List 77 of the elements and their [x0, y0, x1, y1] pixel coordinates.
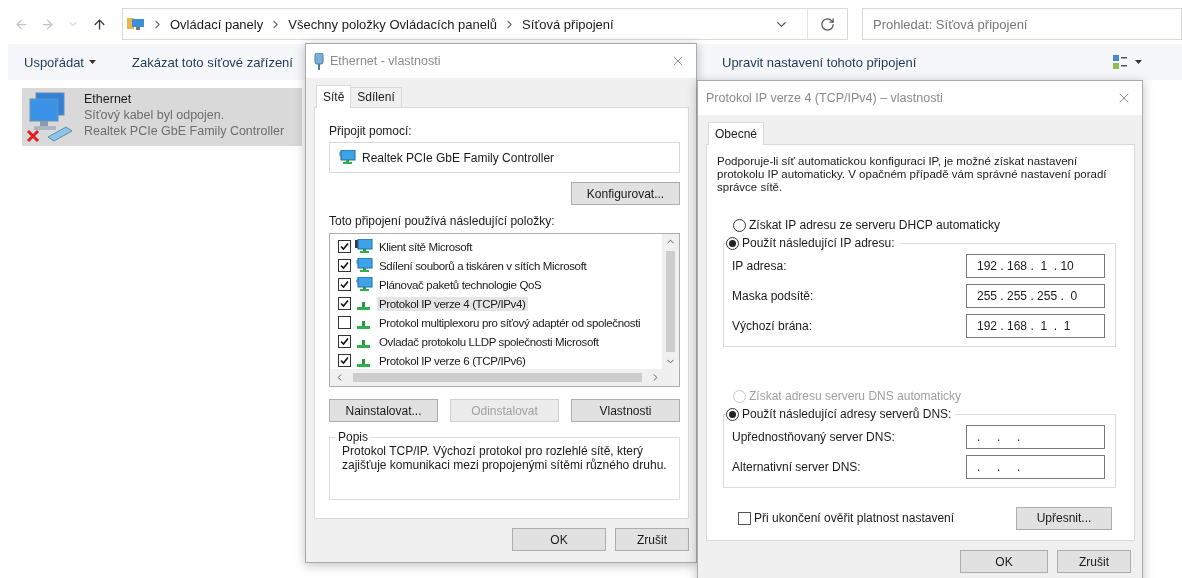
vertical-scrollbar[interactable]: [662, 234, 679, 369]
view-options-icon[interactable]: [1113, 55, 1127, 69]
control-panel-icon: [127, 16, 145, 32]
connection-device: Realtek PCIe GbE Family Controller: [84, 123, 285, 139]
checkbox[interactable]: [338, 278, 351, 291]
dns-address-field[interactable]: . . .: [966, 425, 1105, 449]
checkbox[interactable]: [338, 335, 351, 348]
checkbox[interactable]: [338, 259, 351, 272]
section-label: Připojit pomocí:: [329, 124, 413, 138]
checkbox[interactable]: [338, 297, 351, 310]
action-button[interactable]: Nainstalovat...: [329, 399, 438, 422]
intro-text: Podporuje-li síť automatickou konfiguraci IP, je možné získat nastavení protokolu IP automaticky. V opačném případě vám správné nastavení poradí správce sítě.: [717, 155, 1108, 194]
list-item[interactable]: Protokol IP verze 6 (TCP/IPv6): [377, 353, 528, 368]
dialog-button[interactable]: Zrušit: [1057, 550, 1131, 573]
checkbox-label: Při ukončení ověřit platnost nastavení: [754, 511, 955, 525]
breadcrumb-item[interactable]: Síťová připojení: [522, 16, 614, 32]
field-label: Výchozí brána:: [732, 319, 813, 333]
dialog-button[interactable]: Zrušit: [615, 528, 689, 551]
connection-status: Síťový kabel byl odpojen.: [84, 107, 226, 123]
radio-button[interactable]: [726, 407, 739, 421]
window-title: Protokol IP verze 4 (TCP/IPv4) – vlastnosti: [706, 91, 943, 105]
network-computer-icon: [338, 150, 356, 165]
network-computer-icon: [355, 239, 373, 254]
breadcrumb-item[interactable]: Všechny položky Ovládacích panelů: [288, 16, 498, 32]
list-item[interactable]: Protokol IP verze 4 (TCP/IPv4): [377, 296, 528, 311]
dns-address-field[interactable]: . . .: [966, 455, 1105, 479]
field-label: Upřednostňovaný server DNS:: [732, 430, 895, 444]
tab[interactable]: Obecné: [708, 122, 765, 145]
list-item[interactable]: Klient sítě Microsoft: [377, 239, 474, 254]
toolbar-button[interactable]: Zakázat toto síťové zařízení: [132, 54, 293, 70]
caret-icon: [89, 60, 96, 64]
horizontal-scrollbar[interactable]: [330, 369, 679, 386]
ip-address-field[interactable]: 192 . 168 . 1 . 10: [966, 254, 1105, 278]
tab[interactable]: Sdílení: [350, 87, 402, 108]
adapter-name: Realtek PCIe GbE Family Controller: [362, 150, 555, 165]
up-icon[interactable]: [91, 16, 107, 32]
radio-label: Získat IP adresu ze serveru DHCP automaticky: [749, 218, 1000, 232]
checkbox[interactable]: [338, 240, 351, 253]
advanced-button[interactable]: Upřesnit...: [1016, 506, 1112, 530]
list-item[interactable]: Protokol multiplexoru pro síťový adaptér od společnosti: [377, 315, 643, 330]
radio-label: Získat adresu serveru DNS automaticky: [749, 389, 962, 403]
connection-name: Ethernet: [84, 91, 133, 107]
connection-item[interactable]: Ethernet Síťový kabel byl odpojen. Realtek PCIe GbE Family Controller: [22, 88, 302, 146]
caret-icon[interactable]: [1135, 60, 1142, 64]
search-field[interactable]: Prohledat: Síťová připojení: [862, 8, 1182, 40]
ip-address-field[interactable]: 255 . 255 . 255 . 0: [966, 284, 1105, 308]
toolbar-button[interactable]: Upravit nastavení tohoto připojení: [722, 54, 917, 70]
tab[interactable]: Sítě: [316, 85, 352, 108]
section-label: Toto připojení používá následující položky:: [329, 214, 556, 228]
window-title: Ethernet - vlastnosti: [330, 54, 441, 68]
field-label: IP adresa:: [732, 259, 787, 273]
checkbox[interactable]: [338, 316, 351, 329]
network-computer-icon: [355, 277, 373, 292]
radio-label: Použít následující adresy serverů DNS:: [742, 407, 952, 421]
configure-button[interactable]: Konfigurovat...: [571, 182, 680, 205]
checkbox[interactable]: [738, 511, 751, 525]
dialog-button[interactable]: OK: [960, 550, 1048, 573]
radio-button[interactable]: [733, 218, 746, 232]
list-item[interactable]: Ovladač protokolu LLDP společnosti Microsoft: [377, 334, 601, 349]
checkbox[interactable]: [338, 354, 351, 367]
network-computer-icon: [355, 258, 373, 273]
address-bar[interactable]: Ovládací panely Všechny položky Ovládacích panelů Síťová připojení: [122, 8, 848, 40]
field-label: Maska podsítě:: [732, 289, 814, 303]
breadcrumb-item[interactable]: Ovládací panely: [170, 16, 264, 32]
description-text: Protokol TCP/IP. Výchozí protokol pro rozlehlé sítě, který zajišťuje komunikaci mezi propojenými sítěmi různého druhu.: [342, 444, 668, 472]
toolbar-button[interactable]: Uspořádat: [24, 54, 96, 70]
list-item[interactable]: Sdílení souborů a tiskáren v sítích Microsoft: [377, 258, 589, 273]
radio-label: Použít následující IP adresu:: [742, 236, 895, 250]
radio-button[interactable]: [726, 236, 739, 250]
network-plug-icon: [314, 52, 324, 70]
field-label: Alternativní server DNS:: [732, 460, 861, 474]
dialog-button[interactable]: OK: [512, 528, 606, 551]
action-button[interactable]: Vlastnosti: [571, 399, 680, 422]
group-title: Popis: [337, 430, 370, 444]
ip-address-field[interactable]: 192 . 168 . 1 . 1: [966, 314, 1105, 338]
list-item[interactable]: Plánovač paketů technologie QoS: [377, 277, 544, 292]
refresh-icon[interactable]: [820, 16, 835, 32]
